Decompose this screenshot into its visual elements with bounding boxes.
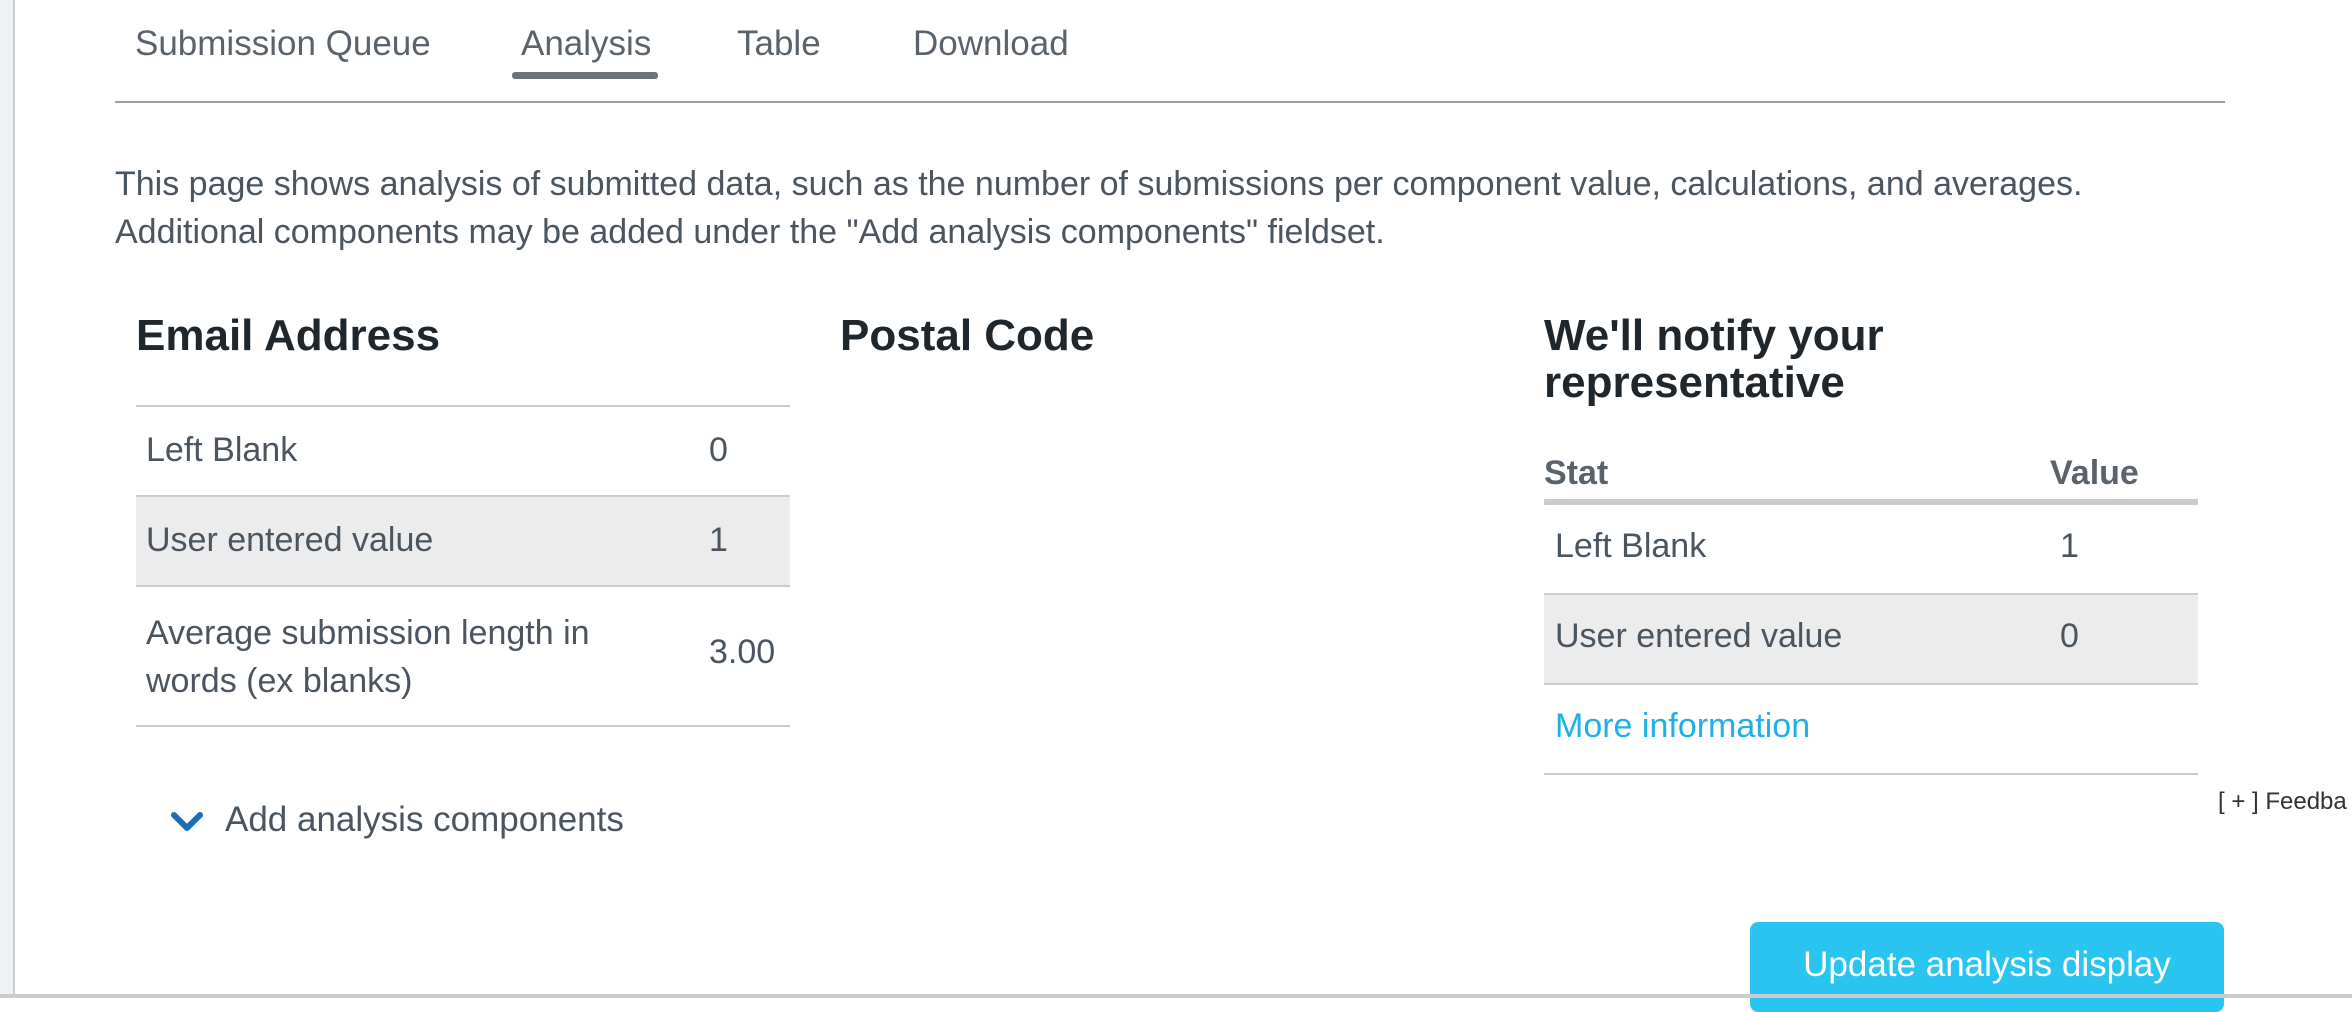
- table-header: Stat Value: [1544, 450, 2198, 505]
- row-value: 1: [2060, 527, 2079, 565]
- tab-bar: Submission Queue Analysis Table Download: [115, 0, 2225, 103]
- intro-line-2: Additional components may be added under…: [115, 213, 1385, 251]
- row-label-line-1: Average submission length in: [146, 614, 590, 652]
- table-row: Left Blank 1: [1544, 505, 2198, 595]
- feedback-tab[interactable]: [ + ] Feedba: [2218, 788, 2347, 816]
- row-label: Left Blank: [146, 431, 298, 469]
- notify-heading-line-1: We'll notify your: [1544, 311, 1884, 360]
- notify-heading: We'll notify your representative: [1544, 312, 1884, 406]
- intro-line-1: This page shows analysis of submitted da…: [115, 165, 2083, 203]
- tab-submission-queue[interactable]: Submission Queue: [135, 24, 431, 64]
- page-description: This page shows analysis of submitted da…: [115, 160, 2265, 256]
- header-value: Value: [2050, 454, 2139, 492]
- left-frame-border: [0, 0, 15, 998]
- tab-download[interactable]: Download: [913, 24, 1069, 64]
- row-value: 3.00: [709, 633, 776, 671]
- table-row: User entered value 1: [136, 497, 790, 587]
- update-analysis-display-button[interactable]: Update analysis display: [1750, 922, 2224, 1012]
- bottom-frame-border: [0, 994, 2352, 998]
- chevron-down-icon: [171, 812, 203, 831]
- postal-code-heading: Postal Code: [840, 311, 1095, 360]
- email-address-heading: Email Address: [136, 311, 441, 360]
- row-label: Left Blank: [1555, 527, 1707, 565]
- row-label: User entered value: [1555, 617, 1843, 655]
- row-label-line-2: words (ex blanks): [146, 662, 413, 700]
- table-row: User entered value 0: [1544, 595, 2198, 685]
- add-analysis-components-label: Add analysis components: [225, 800, 624, 839]
- table-row: Left Blank 0: [136, 407, 790, 497]
- row-label: Average submission length in words (ex b…: [146, 609, 590, 705]
- tab-analysis[interactable]: Analysis: [521, 24, 651, 64]
- row-label: User entered value: [146, 521, 434, 559]
- table-row: More information: [1544, 685, 2198, 775]
- tab-table[interactable]: Table: [737, 24, 821, 64]
- notify-heading-line-2: representative: [1544, 358, 1845, 407]
- more-information-link[interactable]: More information: [1555, 707, 1810, 746]
- table-row: Average submission length in words (ex b…: [136, 587, 790, 727]
- header-stat: Stat: [1544, 454, 1609, 492]
- active-tab-indicator: [512, 72, 658, 79]
- row-value: 1: [709, 521, 728, 559]
- row-value: 0: [709, 431, 728, 469]
- row-value: 0: [2060, 617, 2079, 655]
